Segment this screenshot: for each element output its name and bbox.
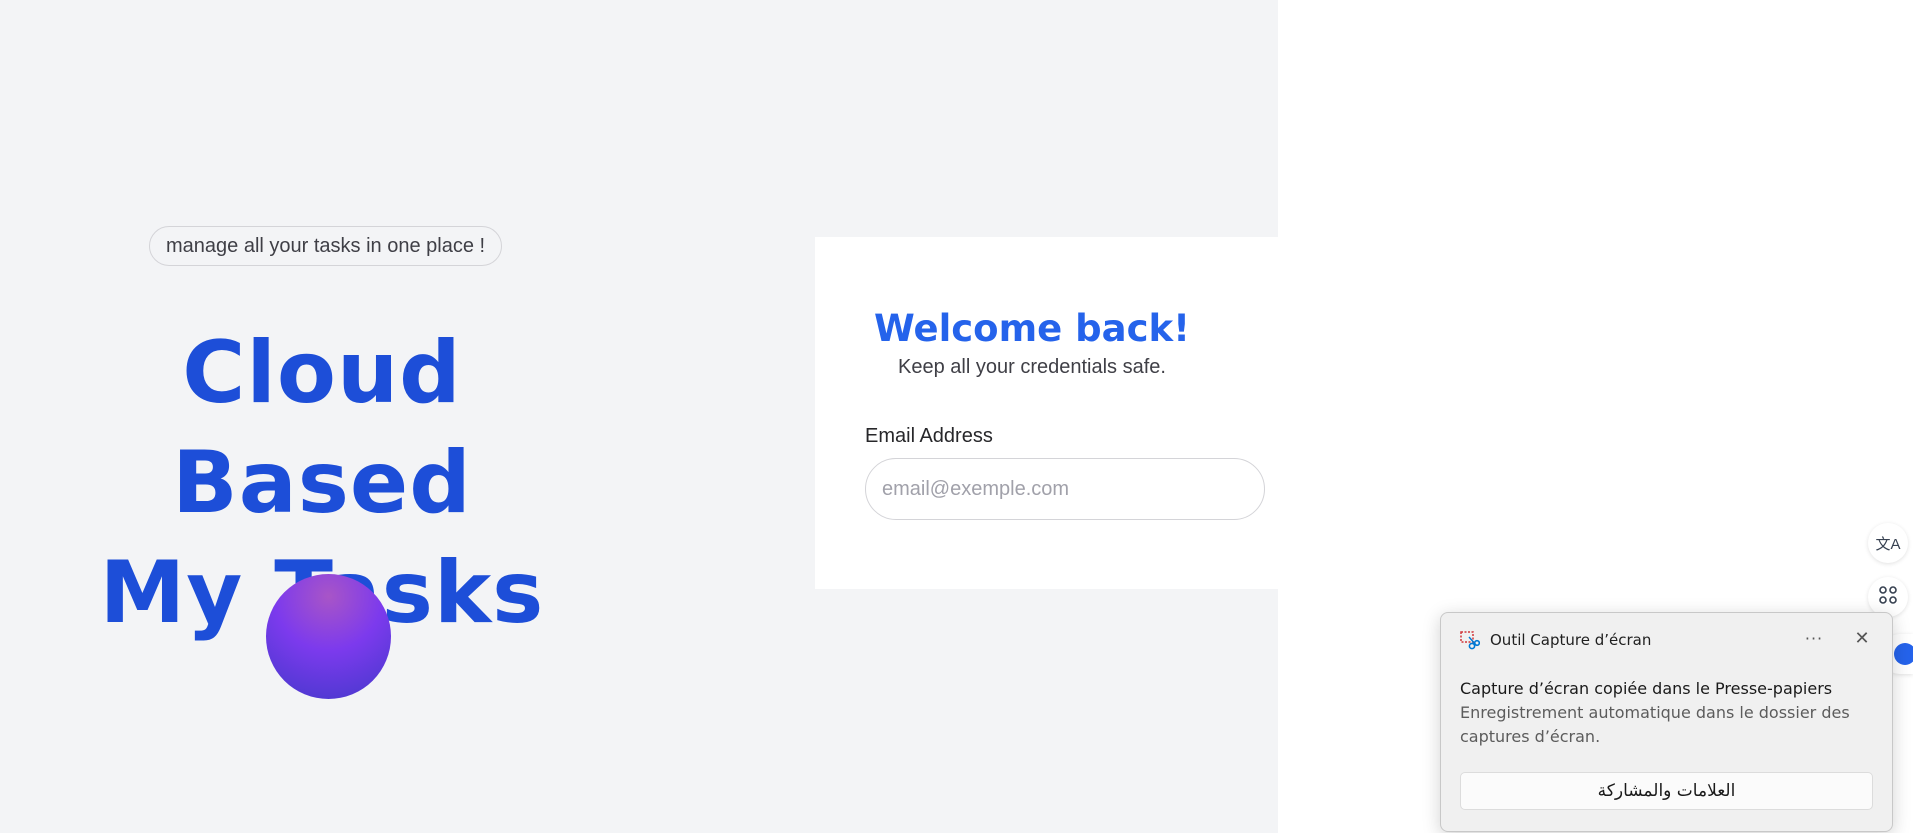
- gradient-orb: [266, 574, 391, 699]
- hero-title-line1: Cloud Based: [172, 323, 472, 533]
- toast-body: Enregistrement automatique dans le dossi…: [1460, 703, 1850, 746]
- close-icon[interactable]: ✕: [1847, 625, 1877, 651]
- apps-icon: [1878, 585, 1898, 610]
- email-label: Email Address: [865, 425, 993, 447]
- login-subtitle: Keep all your credentials safe.: [898, 356, 1166, 378]
- more-options-icon[interactable]: ···: [1799, 625, 1829, 651]
- markup-and-share-button[interactable]: العلامات والمشاركة: [1460, 772, 1873, 810]
- translate-icon: 文A: [1875, 535, 1901, 553]
- email-field[interactable]: [865, 458, 1265, 520]
- login-card: Welcome back! Keep all your credentials …: [815, 237, 1278, 589]
- tagline-text: manage all your tasks in one place !: [166, 234, 486, 257]
- snipping-tool-notification: Outil Capture d’écran ··· ✕ Capture d’éc…: [1440, 612, 1893, 832]
- snipping-tool-icon: [1460, 631, 1481, 651]
- toast-title: Capture d’écran copiée dans le Presse-pa…: [1460, 679, 1833, 698]
- toast-app-name: Outil Capture d’écran: [1490, 631, 1652, 649]
- tagline-badge: manage all your tasks in one place !: [149, 226, 503, 266]
- translate-button[interactable]: 文A: [1868, 523, 1908, 563]
- apps-button[interactable]: [1868, 577, 1908, 617]
- login-title: Welcome back!: [873, 307, 1191, 350]
- toast-action-label: العلامات والمشاركة: [1597, 781, 1736, 801]
